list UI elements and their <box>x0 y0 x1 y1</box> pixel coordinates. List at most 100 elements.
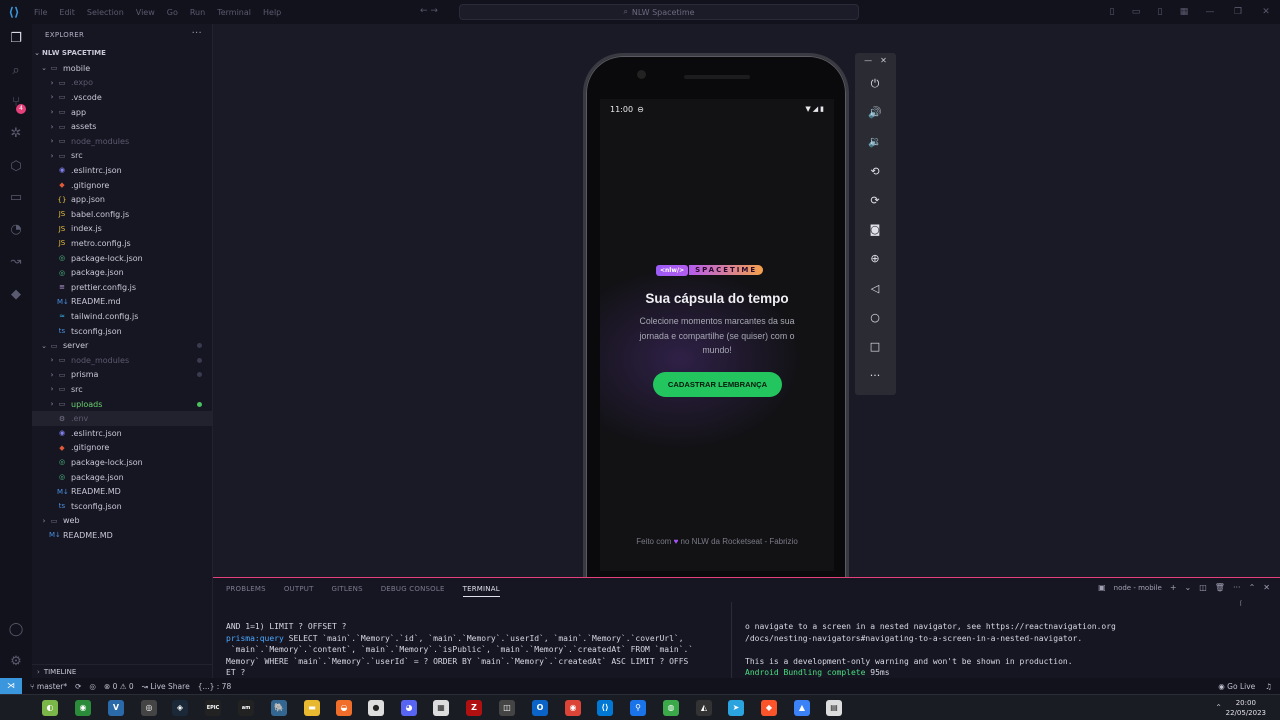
postgres-app-icon[interactable]: 🐘 <box>271 700 287 716</box>
tree-item[interactable]: ◎ package-lock.json <box>32 251 213 266</box>
discord-app-icon[interactable]: ◕ <box>401 700 417 716</box>
menu-item-file[interactable]: File <box>28 8 53 17</box>
close-window-button[interactable]: ✕ <box>1252 7 1280 17</box>
app-icon-20[interactable]: ◍ <box>663 700 679 716</box>
sync-icon[interactable]: ⟳ <box>75 682 81 691</box>
overview-icon[interactable]: □ <box>866 338 884 356</box>
tree-item[interactable]: JS metro.config.js <box>32 236 213 251</box>
minimize-button[interactable]: — <box>1196 7 1224 17</box>
minimize-emulator-icon[interactable]: — <box>864 56 872 65</box>
tree-item[interactable]: › ▭ node_modules <box>32 134 213 149</box>
extensions-icon[interactable]: ⬡ <box>7 158 25 176</box>
chevron-down-icon[interactable]: ⌄ <box>1185 583 1192 592</box>
debug-icon[interactable]: ✲ <box>7 125 25 143</box>
terminal-tabs-icon[interactable]: ⌈ <box>1240 600 1242 607</box>
notepad-app-icon[interactable]: ▤ <box>826 700 842 716</box>
outlook-app-icon[interactable]: O <box>532 700 548 716</box>
menu-item-run[interactable]: Run <box>184 8 211 17</box>
calculator-app-icon[interactable]: ▦ <box>433 700 449 716</box>
tree-item[interactable]: › ▭ prisma <box>32 368 213 383</box>
tree-item[interactable]: › ▭ assets <box>32 119 213 134</box>
postman-app-icon[interactable]: ◒ <box>336 700 352 716</box>
insomnia-app-icon[interactable]: ● <box>368 700 384 716</box>
tree-item[interactable]: ◉ .eslintrc.json <box>32 163 213 178</box>
tree-item[interactable]: {} app.json <box>32 192 213 207</box>
tree-item[interactable]: ◉ .eslintrc.json <box>32 426 213 441</box>
remote-explorer-icon[interactable]: ▭ <box>7 189 25 207</box>
menu-item-help[interactable]: Help <box>257 8 287 17</box>
trash-icon[interactable]: 🗑 <box>1215 583 1225 592</box>
chrome-app-icon[interactable]: ◉ <box>565 700 581 716</box>
volume-down-icon[interactable]: 🔉 <box>866 133 884 151</box>
tree-item[interactable]: › ▭ .vscode <box>32 90 213 105</box>
rotate-left-icon[interactable]: ⟲ <box>866 163 884 181</box>
layout-panel-icon[interactable]: ▭ <box>1124 7 1148 17</box>
tree-item[interactable]: ◎ package.json <box>32 470 213 485</box>
brave-app-icon[interactable]: ◆ <box>761 700 777 716</box>
menu-item-edit[interactable]: Edit <box>53 8 81 17</box>
obs-app-icon[interactable]: ◎ <box>141 700 157 716</box>
file-explorer-icon[interactable]: ▬ <box>304 700 320 716</box>
more-options-icon[interactable]: ··· <box>866 367 884 385</box>
tab-gitlens[interactable]: GITLENS <box>332 585 363 593</box>
tree-item[interactable]: ◆ .gitignore <box>32 441 213 456</box>
tree-item[interactable]: › ▭ src <box>32 382 213 397</box>
notifications-bell-icon[interactable]: ♫ <box>1265 682 1272 691</box>
settings-gear-icon[interactable]: ⚙ <box>7 653 25 671</box>
tree-item[interactable]: › ▭ node_modules <box>32 353 213 368</box>
explorer-icon[interactable]: ❐ <box>7 30 25 48</box>
layout-secondary-icon[interactable]: ▯ <box>1148 7 1172 17</box>
volume-up-icon[interactable]: 🔊 <box>866 104 884 122</box>
tree-item[interactable]: ts tsconfig.json <box>32 324 213 339</box>
tree-item[interactable]: › ▭ web <box>32 514 213 529</box>
more-actions-icon[interactable]: ··· <box>192 28 202 39</box>
maximize-button[interactable]: ❐ <box>1224 7 1252 17</box>
problems-indicator[interactable]: ⊗ 0 ⚠ 0 <box>104 682 134 691</box>
telegram-app-icon[interactable]: ➤ <box>728 700 744 716</box>
amazon-games-icon[interactable]: am <box>238 700 254 716</box>
tree-item[interactable]: ≡ prettier.config.js <box>32 280 213 295</box>
timeline-section[interactable]: › TIMELINE <box>32 664 213 678</box>
tree-item[interactable]: M↓ README.MD <box>32 528 213 543</box>
maps-app-icon[interactable]: ◉ <box>75 700 91 716</box>
app-icon-1[interactable]: ◐ <box>42 700 58 716</box>
app-icon-15[interactable]: ◫ <box>499 700 515 716</box>
history-nav[interactable]: ← → <box>420 6 438 16</box>
gitlens-status-icon[interactable]: ◎ <box>89 682 96 691</box>
layout-custom-icon[interactable]: ▦ <box>1172 7 1196 17</box>
rotate-right-icon[interactable]: ⟳ <box>866 192 884 210</box>
split-terminal-icon[interactable]: ◫ <box>1199 583 1207 592</box>
close-panel-icon[interactable]: ✕ <box>1263 583 1270 592</box>
more-actions-icon[interactable]: ··· <box>1233 583 1241 592</box>
tree-item[interactable]: ◆ .gitignore <box>32 178 213 193</box>
menu-item-terminal[interactable]: Terminal <box>211 8 257 17</box>
tree-item[interactable]: › ▭ src <box>32 149 213 164</box>
tree-item[interactable]: ⚙ .env <box>32 411 213 426</box>
docker-icon[interactable]: ◆ <box>7 286 25 304</box>
tab-problems[interactable]: PROBLEMS <box>226 585 266 593</box>
tab-terminal[interactable]: TERMINAL <box>462 585 500 597</box>
account-icon[interactable]: ◯ <box>7 621 25 639</box>
tree-item[interactable]: M↓ README.md <box>32 295 213 310</box>
command-center-search[interactable]: ⌕ NLW Spacetime <box>459 4 859 20</box>
terminal-list[interactable]: ⌈ <box>1240 600 1280 660</box>
vscode-app-icon[interactable]: ⟨⟩ <box>597 700 613 716</box>
layout-sidebar-icon[interactable]: ▯ <box>1100 7 1124 17</box>
power-icon[interactable]: ⏻ <box>866 75 884 93</box>
branch-indicator[interactable]: ⑂ master* <box>30 682 67 691</box>
tree-item[interactable]: › ▭ uploads <box>32 397 213 412</box>
live-share-button[interactable]: ↝ Live Share <box>142 682 190 691</box>
home-icon[interactable]: ○ <box>866 309 884 327</box>
taskbar-clock[interactable]: 20:00 22/05/2023 <box>1226 698 1266 718</box>
terminal-name[interactable]: node - mobile <box>1114 584 1162 592</box>
menu-item-view[interactable]: View <box>130 8 161 17</box>
tree-item[interactable]: ts tsconfig.json <box>32 499 213 514</box>
screenshot-camera-icon[interactable]: ◙ <box>866 221 884 239</box>
tab-debug-console[interactable]: DEBUG CONSOLE <box>381 585 445 593</box>
phone-screen[interactable]: 11:00 ⊖ ▼ ◢ ▮ <nlw/> SPACETIME Sua cápsu… <box>600 99 834 571</box>
terminal-split-divider[interactable] <box>731 602 732 679</box>
tab-output[interactable]: OUTPUT <box>284 585 314 593</box>
location-app-icon[interactable]: ⚲ <box>630 700 646 716</box>
maximize-panel-icon[interactable]: ⌃ <box>1249 583 1256 592</box>
register-memory-button[interactable]: CADASTRAR LEMBRANÇA <box>653 372 782 397</box>
